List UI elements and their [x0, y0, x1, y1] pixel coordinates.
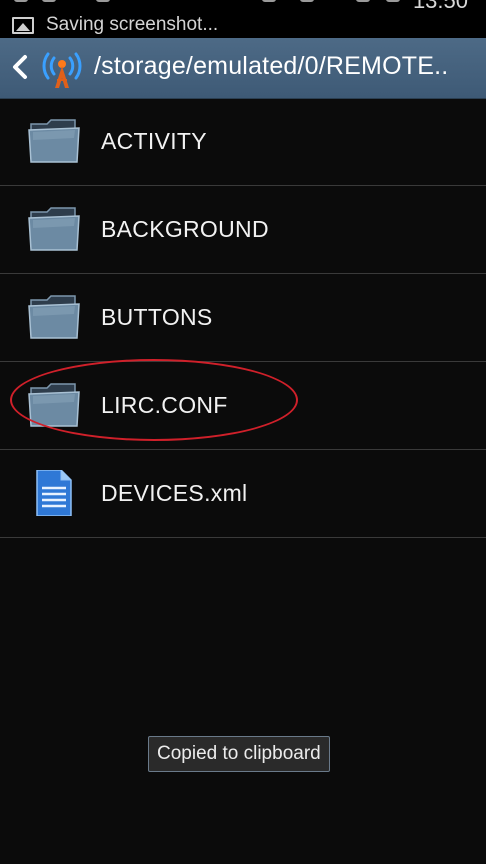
status-bar: 13:50 Saving screenshot...	[0, 0, 486, 38]
alarm-icon	[262, 0, 276, 2]
file-name: ACTIVITY	[101, 128, 207, 154]
antenna-app-icon[interactable]	[40, 46, 84, 90]
toast-message: Copied to clipboard	[148, 736, 330, 772]
status-time: 13:50	[412, 0, 468, 13]
folder-icon	[28, 295, 80, 339]
notification-icon	[42, 0, 56, 2]
file-name: BACKGROUND	[101, 216, 269, 242]
list-item[interactable]: ACTIVITY	[0, 98, 486, 186]
file-name: BUTTONS	[101, 304, 213, 330]
back-arrow-icon[interactable]	[10, 52, 30, 82]
current-path: /storage/emulated/0/REMOTE..	[94, 52, 449, 80]
list-item[interactable]: DEVICES.xml	[0, 450, 486, 538]
folder-icon	[28, 119, 80, 163]
folder-icon	[28, 207, 80, 251]
list-item[interactable]: BACKGROUND	[0, 186, 486, 274]
annotation-circle	[10, 359, 298, 441]
list-item[interactable]: BUTTONS	[0, 274, 486, 362]
wifi-icon	[300, 0, 314, 2]
notification-text: Saving screenshot...	[46, 14, 219, 35]
battery-icon	[386, 0, 400, 2]
notification-icon	[96, 0, 110, 2]
file-list: ACTIVITY BACKGROUND BUTTONS LIRC.CONF DE…	[0, 98, 486, 538]
notification: Saving screenshot...	[12, 14, 218, 36]
image-icon	[12, 16, 34, 34]
document-icon	[36, 470, 72, 516]
header-bar: /storage/emulated/0/REMOTE..	[0, 38, 486, 99]
signal-icon	[356, 0, 370, 2]
file-name: DEVICES.xml	[101, 480, 248, 506]
notification-icon	[14, 0, 28, 2]
